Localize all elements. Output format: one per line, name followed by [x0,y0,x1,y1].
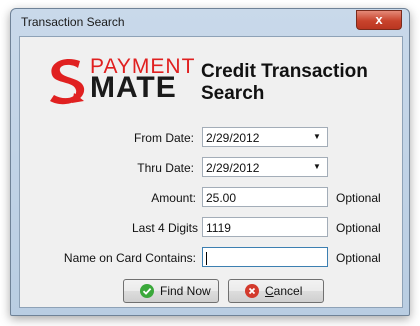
name-on-card-label: Name on Card Contains: [63,251,196,265]
thru-date-value: 2/29/2012 [206,161,260,175]
amount-field[interactable]: 25.00 [202,187,328,207]
last4-value: 1119 [206,221,231,235]
last4-field[interactable]: 1119 [202,217,328,237]
page-title: Credit Transaction Search [201,61,368,104]
window-title: Transaction Search [21,15,125,29]
cancel-button[interactable]: Cancel [228,279,324,303]
amount-optional-hint: Optional [336,191,381,205]
dialog-content: PAYMENT MATE Credit Transaction Search F… [19,36,403,308]
amount-label: Amount: [151,191,196,205]
dialog-window: Transaction Search x PAYMENT MATE Credit… [10,8,410,316]
close-icon: x [375,12,383,27]
find-now-button[interactable]: Find Now [123,279,219,303]
chevron-down-icon[interactable]: ▼ [313,162,323,172]
from-date-value: 2/29/2012 [206,131,260,145]
from-date-label: From Date: [133,131,194,145]
cancel-label: Cancel [265,284,302,298]
name-on-card-optional-hint: Optional [336,251,381,265]
thru-date-combo[interactable]: 2/29/2012 ▼ [202,157,328,177]
thru-date-label: Thru Date: [137,161,194,175]
name-on-card-field[interactable] [202,247,328,267]
last4-label: Last 4 Digits [131,221,198,235]
x-circle-icon [245,284,259,298]
swirl-s-icon [50,58,85,105]
cancel-label-rest: ancel [273,284,303,298]
text-caret [206,252,207,266]
find-now-label: Find Now [160,284,211,298]
payment-mate-logo: PAYMENT MATE [44,55,194,107]
last4-optional-hint: Optional [336,221,381,235]
from-date-combo[interactable]: 2/29/2012 ▼ [202,127,328,147]
titlebar[interactable]: Transaction Search x [11,9,409,35]
check-circle-icon [140,284,154,298]
chevron-down-icon[interactable]: ▼ [313,132,323,142]
cancel-accelerator: C [265,284,274,298]
amount-value: 25.00 [206,191,237,205]
close-button[interactable]: x [356,10,402,30]
logo-word-mate: MATE [90,71,177,104]
